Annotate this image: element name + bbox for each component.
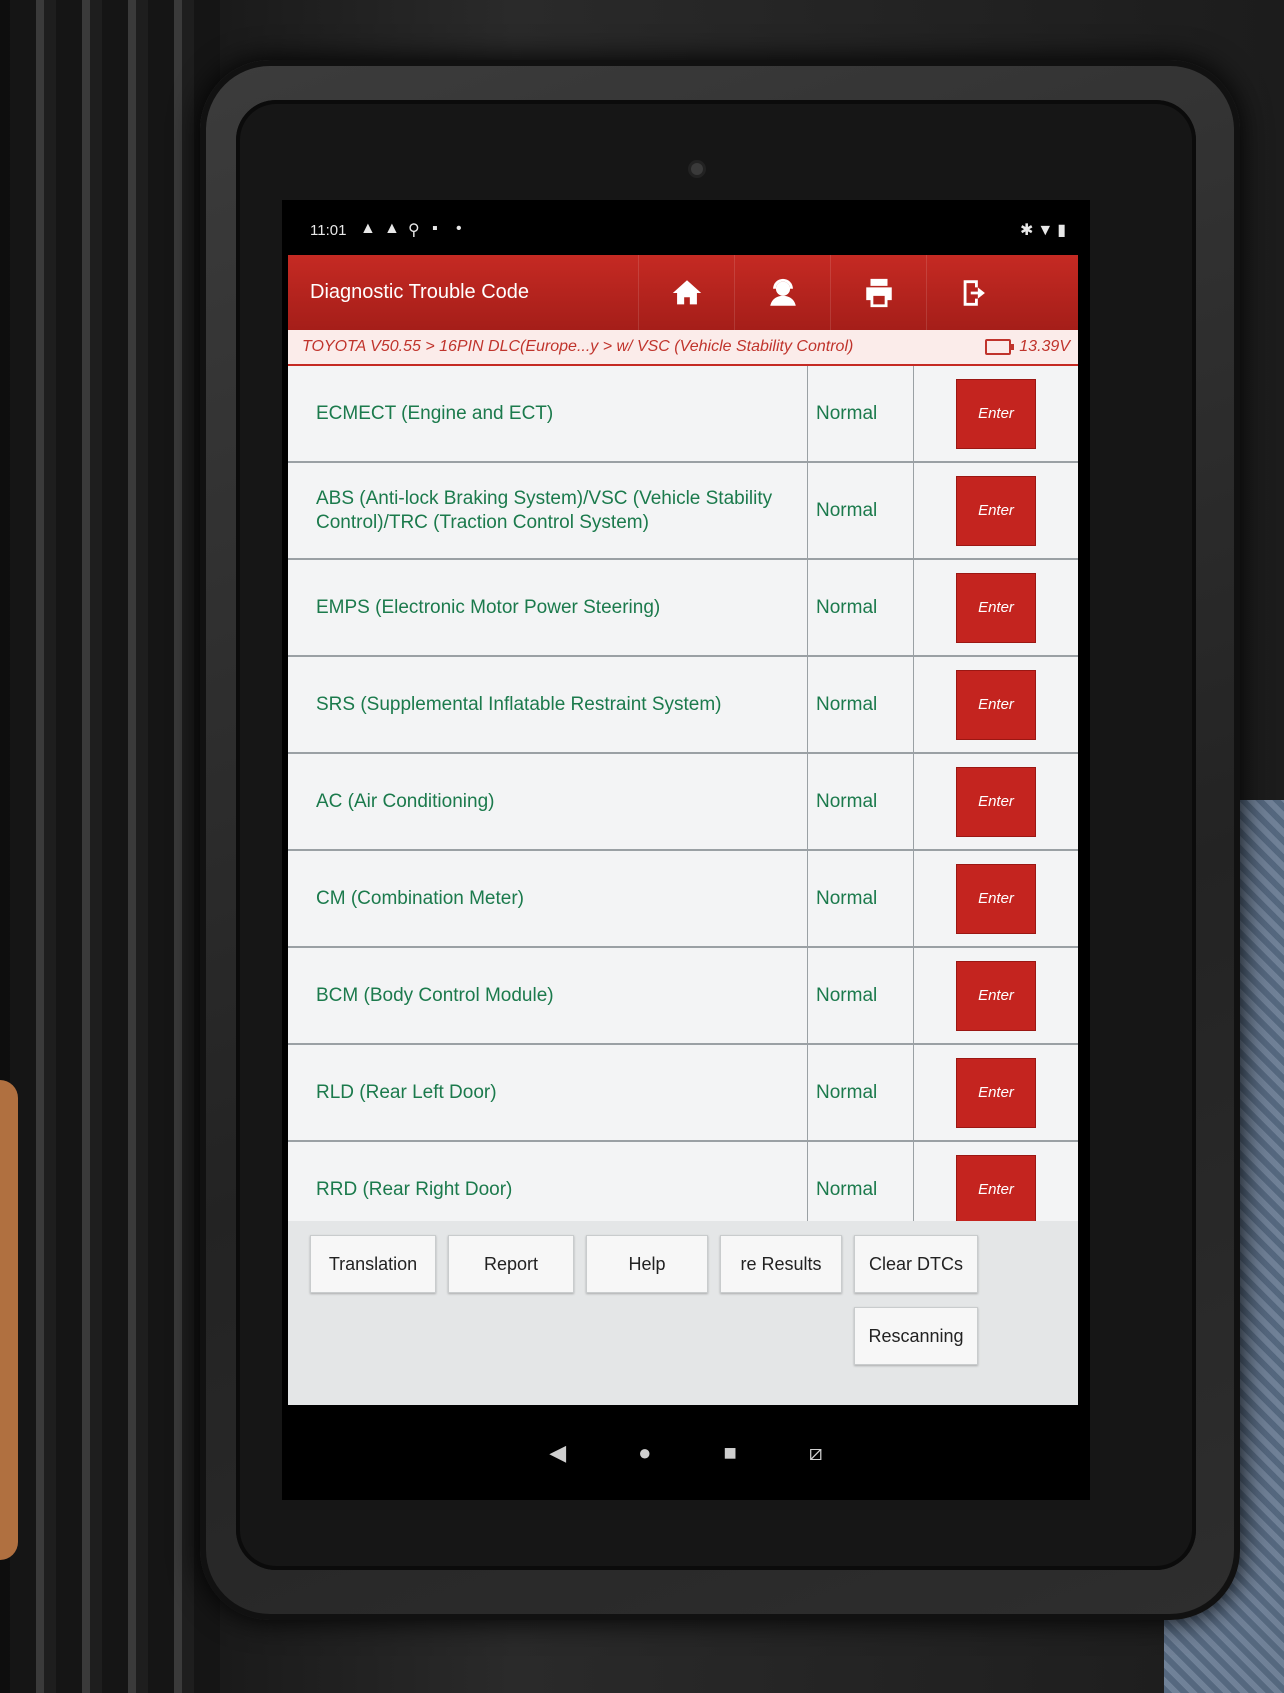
system-status: Normal <box>808 657 914 752</box>
system-name: EMPS (Electronic Motor Power Steering) <box>288 560 808 655</box>
bluetooth-icon: ✱ <box>1019 222 1038 239</box>
system-row: RLD (Rear Left Door) Normal Enter <box>288 1045 1078 1142</box>
image-icon: ▪ <box>432 220 438 237</box>
status-bar: 11:01 ▲ ▲ ⚲ ▪ • ✱▼▮ <box>282 200 1090 255</box>
voltage-value: 13.39V <box>1019 338 1070 355</box>
support-icon <box>770 278 796 306</box>
car-battery-icon <box>985 339 1015 355</box>
enter-button[interactable]: Enter <box>956 475 1036 546</box>
enter-button[interactable]: Enter <box>956 378 1036 449</box>
system-list[interactable]: ECMECT (Engine and ECT) Normal Enter ABS… <box>288 366 1078 1221</box>
results-button[interactable]: re Results <box>720 1235 842 1293</box>
translation-button[interactable]: Translation <box>310 1235 436 1293</box>
dot-icon: • <box>456 220 462 237</box>
voltage-indicator: 13.39V <box>985 330 1070 364</box>
android-nav-bar: ◀ ● ■ ⧄ <box>282 1405 1090 1500</box>
system-row: BCM (Body Control Module) Normal Enter <box>288 948 1078 1045</box>
system-row: AC (Air Conditioning) Normal Enter <box>288 754 1078 851</box>
enter-button[interactable]: Enter <box>956 766 1036 837</box>
system-row: RRD (Rear Right Door) Normal Enter <box>288 1142 1078 1221</box>
system-name: ECMECT (Engine and ECT) <box>288 366 808 461</box>
system-name: BCM (Body Control Module) <box>288 948 808 1043</box>
system-status: Normal <box>808 1142 914 1221</box>
system-row: SRS (Supplemental Inflatable Restraint S… <box>288 657 1078 754</box>
usb-icon: ⚲ <box>408 222 420 239</box>
system-row: ABS (Anti-lock Braking System)/VSC (Vehi… <box>288 463 1078 560</box>
print-icon <box>866 278 892 307</box>
breadcrumb: TOYOTA V50.55 > 16PIN DLC(Europe...y > w… <box>288 330 1078 366</box>
system-name: AC (Air Conditioning) <box>288 754 808 849</box>
enter-button[interactable]: Enter <box>956 1154 1036 1221</box>
system-name: RRD (Rear Right Door) <box>288 1142 808 1221</box>
home-circle-icon[interactable]: ● <box>638 1440 651 1466</box>
home-button[interactable] <box>638 255 735 330</box>
system-status: Normal <box>808 463 914 558</box>
enter-button[interactable]: Enter <box>956 960 1036 1031</box>
function-bar: Translation Report Help re Results Clear… <box>288 1221 1078 1405</box>
enter-button[interactable]: Enter <box>956 863 1036 934</box>
warning-icon: ▲ <box>360 220 376 237</box>
exit-icon <box>963 279 985 306</box>
system-row: CM (Combination Meter) Normal Enter <box>288 851 1078 948</box>
system-name: CM (Combination Meter) <box>288 851 808 946</box>
system-status: Normal <box>808 560 914 655</box>
support-button[interactable] <box>734 255 831 330</box>
system-status: Normal <box>808 366 914 461</box>
tablet-screen: 11:01 ▲ ▲ ⚲ ▪ • ✱▼▮ Diagnostic Trouble C… <box>282 200 1090 1500</box>
recents-icon[interactable]: ■ <box>723 1440 736 1466</box>
exit-button[interactable] <box>926 255 1023 330</box>
enter-button[interactable]: Enter <box>956 1057 1036 1128</box>
back-icon[interactable]: ◀ <box>549 1440 566 1466</box>
system-row: EMPS (Electronic Motor Power Steering) N… <box>288 560 1078 657</box>
system-status: Normal <box>808 1045 914 1140</box>
rescanning-button[interactable]: Rescanning <box>854 1307 978 1365</box>
screenshot-icon[interactable]: ⧄ <box>809 1440 823 1466</box>
title-bar: Diagnostic Trouble Code <box>288 255 1078 330</box>
system-name: ABS (Anti-lock Braking System)/VSC (Vehi… <box>288 463 808 558</box>
page-title: Diagnostic Trouble Code <box>310 281 530 303</box>
system-name: SRS (Supplemental Inflatable Restraint S… <box>288 657 808 752</box>
enter-button[interactable]: Enter <box>956 669 1036 740</box>
breadcrumb-path: TOYOTA V50.55 > 16PIN DLC(Europe...y > w… <box>302 338 854 355</box>
warning-icon: ▲ <box>384 220 400 237</box>
home-icon <box>672 279 702 304</box>
system-status: Normal <box>808 948 914 1043</box>
system-status: Normal <box>808 754 914 849</box>
system-status: Normal <box>808 851 914 946</box>
print-button[interactable] <box>830 255 927 330</box>
camera-icon <box>691 163 703 175</box>
system-row: ECMECT (Engine and ECT) Normal Enter <box>288 366 1078 463</box>
device-grip <box>10 0 220 1693</box>
diagnostic-app: Diagnostic Trouble Code TOYOTA V50.55 > … <box>288 255 1078 1405</box>
enter-button[interactable]: Enter <box>956 572 1036 643</box>
battery-icon: ▮ <box>1057 222 1070 239</box>
status-right-icons: ✱▼▮ <box>1020 220 1070 240</box>
wifi-icon: ▼ <box>1037 222 1058 239</box>
help-button[interactable]: Help <box>586 1235 708 1293</box>
report-button[interactable]: Report <box>448 1235 574 1293</box>
system-name: RLD (Rear Left Door) <box>288 1045 808 1140</box>
status-time: 11:01 <box>310 222 347 239</box>
clear-dtcs-button[interactable]: Clear DTCs <box>854 1235 978 1293</box>
hand <box>0 1080 18 1560</box>
